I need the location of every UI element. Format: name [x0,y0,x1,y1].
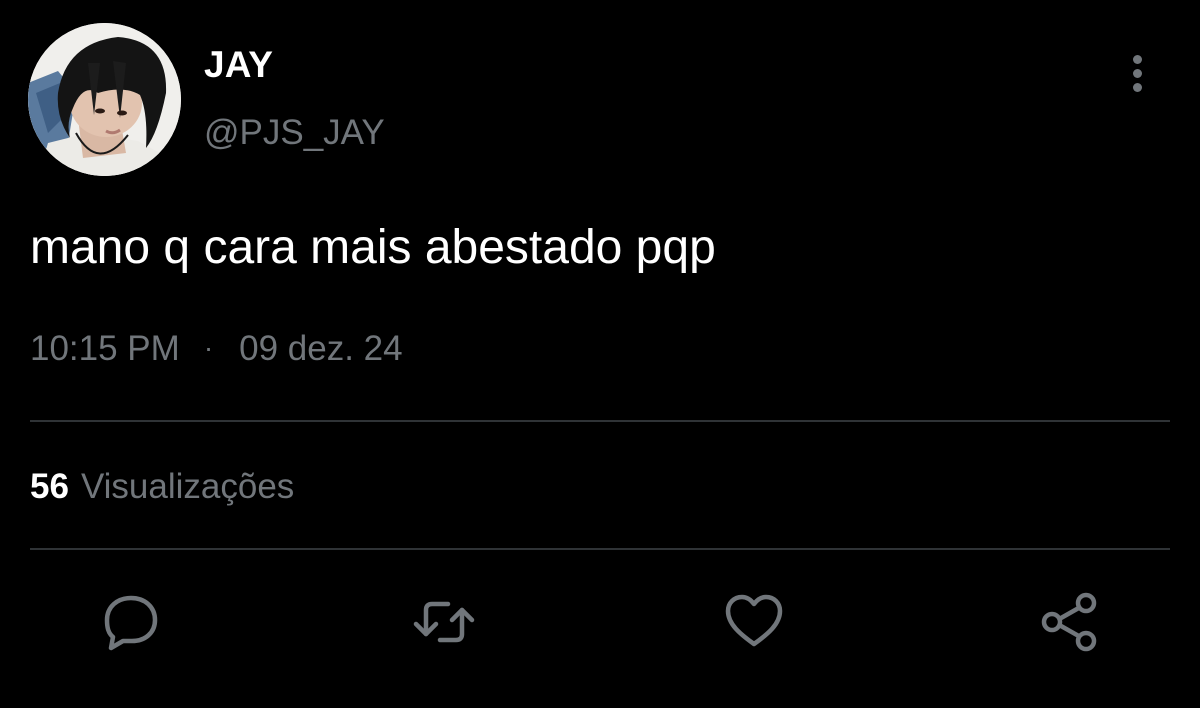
views-count: 56 [30,467,69,506]
avatar-photo [28,23,181,176]
reply-icon [104,595,158,651]
share-icon [1041,592,1097,652]
tweet-date: 09 dez. 24 [239,329,403,368]
avatar[interactable] [28,23,181,176]
share-button[interactable] [1038,590,1102,654]
meta-separator: · [203,332,214,363]
like-button[interactable] [722,590,786,654]
divider [30,548,1170,550]
views-label: Visualizações [80,467,295,506]
tweet-timestamp[interactable]: 10:15 PM · 09 dez. 24 [30,329,403,369]
tweet-text: mano q cara mais abestado pqp [30,221,716,274]
retweet-button[interactable] [412,590,476,654]
tweet-time: 10:15 PM [30,329,180,368]
display-name[interactable]: JAY [204,44,273,86]
user-handle[interactable]: @PJS_JAY [204,113,385,153]
reply-button[interactable] [99,590,163,654]
divider [30,420,1170,422]
views-stat[interactable]: 56 Visualizações [30,467,294,507]
tweet-detail: JAY @PJS_JAY mano q cara mais abestado p… [0,0,1200,708]
more-options-button[interactable] [1118,50,1158,98]
retweet-icon [413,601,475,643]
heart-icon [725,594,783,647]
